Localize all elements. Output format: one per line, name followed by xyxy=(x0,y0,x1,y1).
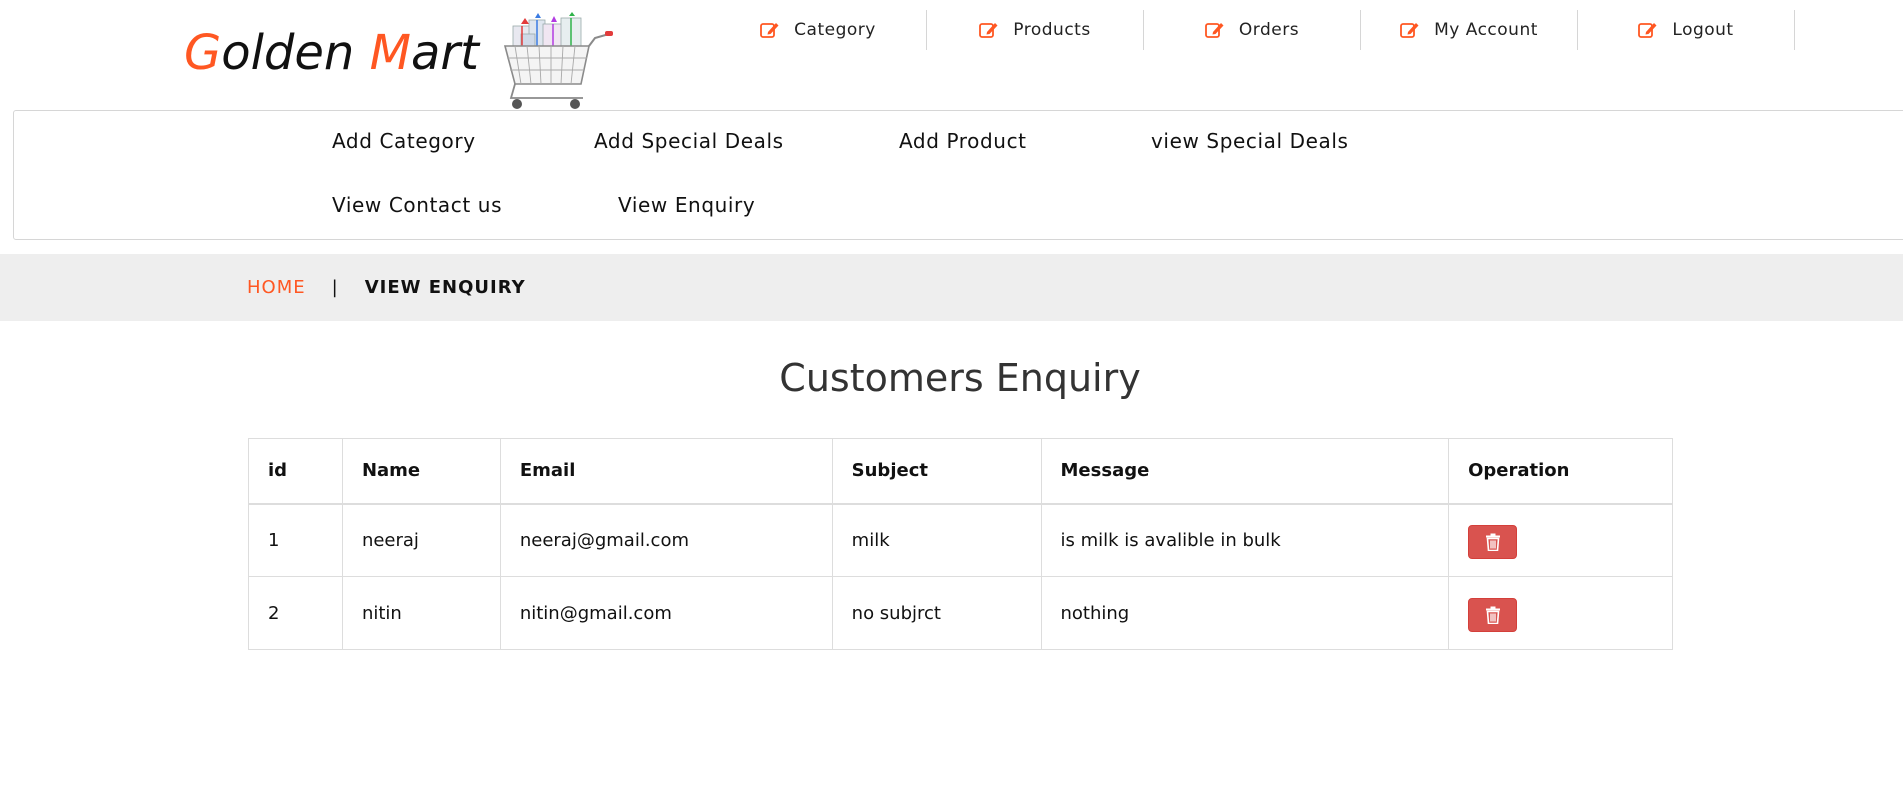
logo-accent-m: M xyxy=(369,25,412,81)
cell-id: 2 xyxy=(248,576,343,650)
edit-icon xyxy=(1638,23,1657,38)
delete-button[interactable] xyxy=(1468,525,1518,560)
cell-email: neeraj@gmail.com xyxy=(499,503,833,577)
delete-button[interactable] xyxy=(1468,598,1518,632)
cell-email: nitin@gmail.com xyxy=(499,576,833,650)
cell-message: nothing xyxy=(1040,576,1450,650)
breadcrumb: HOME | VIEW ENQUIRY xyxy=(247,277,526,298)
edit-icon xyxy=(1400,23,1419,38)
top-nav-label: Category xyxy=(794,20,876,40)
column-header-operation: Operation xyxy=(1448,438,1673,505)
breadcrumb-home-link[interactable]: HOME xyxy=(247,277,306,298)
cell-subject: milk xyxy=(831,503,1042,577)
top-nav-logout[interactable]: Logout xyxy=(1578,10,1795,50)
column-header-id: id xyxy=(248,438,343,505)
breadcrumb-current: VIEW ENQUIRY xyxy=(364,277,526,298)
trash-icon xyxy=(1485,606,1500,624)
top-nav-label: Logout xyxy=(1672,20,1734,40)
logo-accent-g: G xyxy=(184,25,222,81)
logo-text-art: art xyxy=(411,25,479,81)
cell-operation xyxy=(1448,576,1673,650)
trash-icon xyxy=(1485,533,1500,552)
cell-subject: no subjrct xyxy=(831,576,1042,650)
edit-icon xyxy=(760,23,779,38)
top-nav-products[interactable]: Products xyxy=(927,10,1144,50)
submenu-view-contact-us[interactable]: View Contact us xyxy=(332,193,502,217)
table-row: 2 nitin nitin@gmail.com no subjrct nothi… xyxy=(248,576,1673,650)
top-nav-orders[interactable]: Orders xyxy=(1144,10,1361,50)
top-nav: Category Products Orders My Account Logo… xyxy=(710,10,1795,50)
table-row: 1 neeraj neeraj@gmail.com milk is milk i… xyxy=(248,503,1673,577)
column-header-email: Email xyxy=(499,438,833,505)
brand-logo[interactable]: Golden Mart xyxy=(184,12,613,109)
enquiry-table: id Name Email Subject Message Operation … xyxy=(248,438,1673,650)
page-title: Customers Enquiry xyxy=(779,356,1141,400)
top-nav-my-account[interactable]: My Account xyxy=(1361,10,1578,50)
edit-icon xyxy=(1205,23,1224,38)
top-nav-label: Products xyxy=(1013,20,1091,40)
breadcrumb-separator: | xyxy=(331,277,339,298)
column-header-message: Message xyxy=(1040,438,1450,505)
top-nav-label: Orders xyxy=(1238,20,1300,40)
cell-id: 1 xyxy=(248,503,343,577)
cell-name: neeraj xyxy=(341,503,501,577)
edit-icon xyxy=(979,23,998,38)
submenu-add-category[interactable]: Add Category xyxy=(332,129,476,153)
submenu-add-product[interactable]: Add Product xyxy=(899,129,1027,153)
top-nav-label: My Account xyxy=(1434,20,1538,40)
breadcrumb-bar: HOME | VIEW ENQUIRY xyxy=(0,254,1903,321)
column-header-name: Name xyxy=(341,438,501,505)
table-header-row: id Name Email Subject Message Operation xyxy=(248,438,1673,505)
submenu-add-special-deals[interactable]: Add Special Deals xyxy=(594,129,784,153)
cell-message: is milk is avalible in bulk xyxy=(1040,503,1450,577)
header: Golden Mart Category Products Orders My … xyxy=(0,0,1903,110)
submenu-view-enquiry[interactable]: View Enquiry xyxy=(618,193,755,217)
logo-text-olden: olden xyxy=(221,25,370,81)
cell-operation xyxy=(1448,503,1673,577)
logo-text: Golden Mart xyxy=(184,22,479,84)
cell-name: nitin xyxy=(341,576,501,650)
column-header-subject: Subject xyxy=(831,438,1042,505)
shopping-cart-icon xyxy=(503,12,613,109)
submenu-view-special-deals[interactable]: view Special Deals xyxy=(1151,129,1349,153)
admin-submenu: Add Category Add Special Deals Add Produ… xyxy=(13,110,1903,240)
top-nav-category[interactable]: Category xyxy=(710,10,927,50)
